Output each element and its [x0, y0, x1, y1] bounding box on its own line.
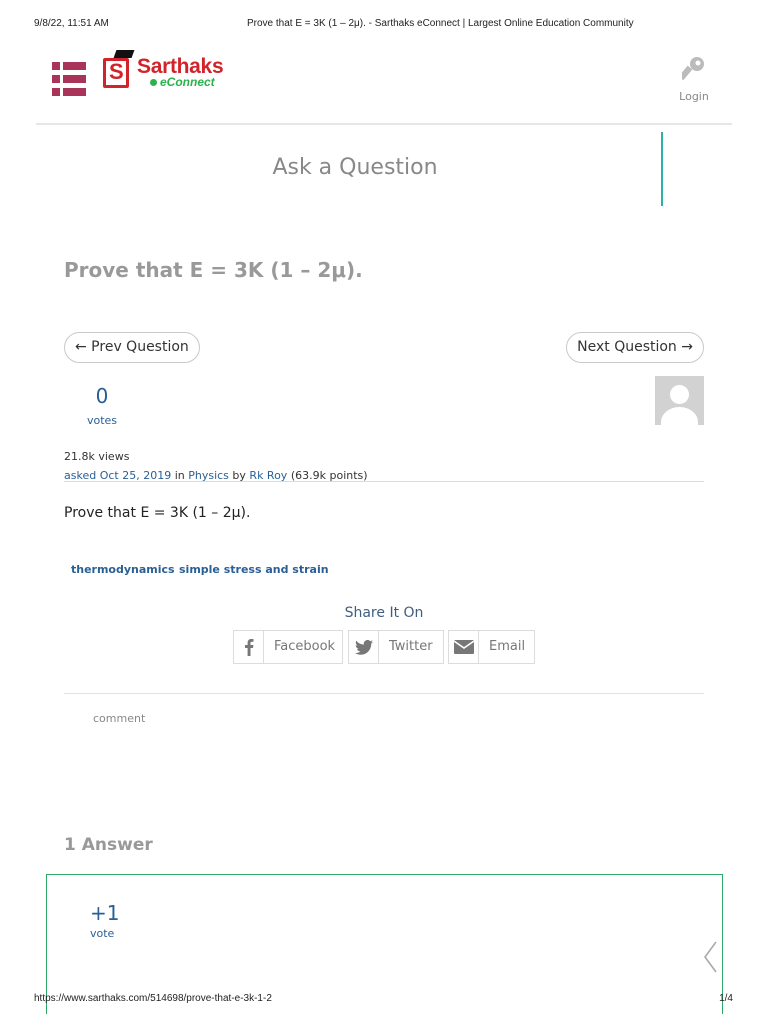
- answer-card-tab: [664, 986, 704, 994]
- chevron-left-icon[interactable]: [702, 940, 718, 978]
- print-url: https://www.sarthaks.com/514698/prove-th…: [34, 993, 272, 1004]
- meta-divider: [64, 481, 704, 482]
- email-share-button[interactable]: Email: [448, 630, 535, 664]
- logo-subname: eConnect: [160, 75, 215, 89]
- site-logo[interactable]: S Sarthaks eConnect: [103, 50, 233, 92]
- tag-link[interactable]: thermodynamics: [71, 563, 175, 576]
- question-title: Prove that E = 3K (1 – 2μ).: [64, 258, 363, 282]
- twitter-label: Twitter: [389, 639, 433, 654]
- votes-count: 0: [95, 384, 109, 408]
- print-page-number: 1/4: [719, 993, 733, 1004]
- question-body: Prove that E = 3K (1 – 2μ).: [64, 505, 251, 521]
- facebook-label: Facebook: [274, 639, 336, 654]
- avatar-body: [661, 407, 698, 425]
- accent-divider: [661, 132, 663, 206]
- ask-question-link[interactable]: Ask a Question: [0, 155, 710, 180]
- votes-label: votes: [86, 414, 118, 427]
- twitter-share-button[interactable]: Twitter: [348, 630, 444, 664]
- tag-link[interactable]: simple stress and strain: [179, 563, 329, 576]
- answer-votes-count: +1: [90, 901, 120, 925]
- share-title: Share It On: [344, 605, 424, 621]
- next-question-button[interactable]: Next Question →: [566, 332, 704, 363]
- avatar-head: [670, 385, 689, 404]
- login-label: Login: [679, 90, 709, 103]
- email-icon: [449, 631, 479, 663]
- login-button[interactable]: Login: [672, 56, 716, 108]
- answer-votes-label: vote: [90, 927, 115, 940]
- facebook-icon: [234, 631, 264, 663]
- logo-mark: S: [103, 58, 129, 88]
- print-doc-title: Prove that E = 3K (1 – 2μ). - Sarthaks e…: [247, 18, 634, 29]
- question-meta: 21.8k views asked Oct 25, 2019 in Physic…: [64, 447, 368, 485]
- print-datetime: 9/8/22, 11:51 AM: [34, 18, 109, 29]
- header-divider: [36, 123, 732, 125]
- graduation-cap-icon: [113, 50, 135, 58]
- twitter-icon: [349, 631, 379, 663]
- views-count: 21.8k views: [64, 450, 130, 463]
- answer-votes: +1 vote: [90, 901, 119, 940]
- logo-dot: [150, 79, 157, 86]
- comment-link[interactable]: comment: [93, 712, 145, 725]
- key-icon: [682, 57, 704, 81]
- facebook-share-button[interactable]: Facebook: [233, 630, 343, 664]
- question-votes: 0 votes: [80, 384, 124, 427]
- answers-heading: 1 Answer: [64, 835, 153, 855]
- avatar[interactable]: [655, 376, 704, 425]
- email-label: Email: [489, 639, 526, 654]
- share-divider: [64, 693, 704, 694]
- prev-question-button[interactable]: ← Prev Question: [64, 332, 200, 363]
- asked-line: asked Oct 25, 2019 in Physics by Rk Roy …: [64, 466, 368, 485]
- menu-icon[interactable]: [52, 62, 86, 96]
